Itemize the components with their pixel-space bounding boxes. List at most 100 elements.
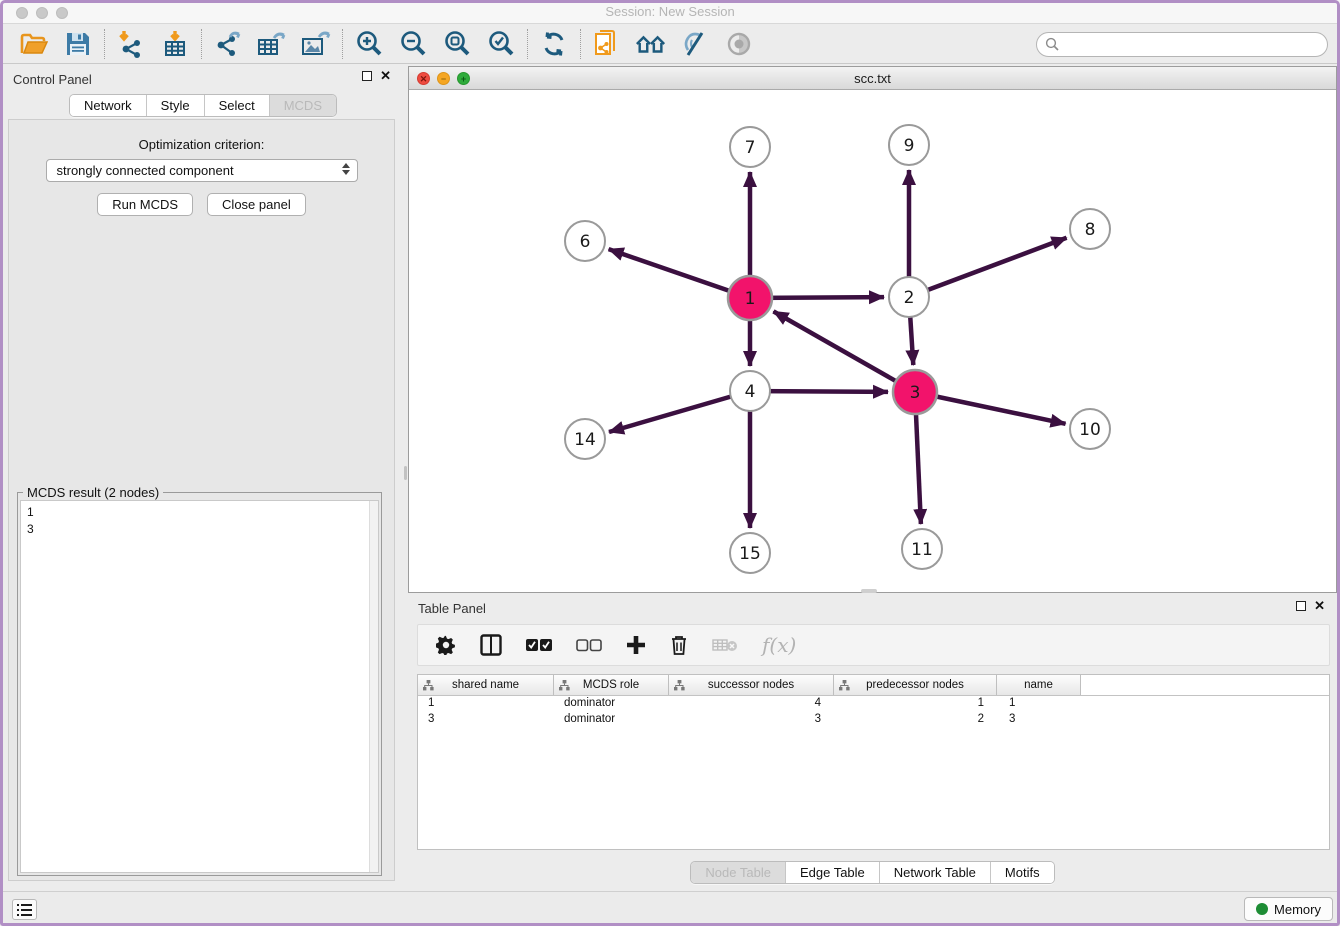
home-icon[interactable] <box>635 28 667 60</box>
graph-edge-3-1[interactable] <box>773 311 915 392</box>
add-column-icon[interactable] <box>626 633 646 657</box>
mcds-result-line: 3 <box>27 521 372 538</box>
search-input[interactable] <box>1036 32 1328 57</box>
column-header-mcds-role[interactable]: MCDS role <box>554 675 669 695</box>
svg-text:6: 6 <box>580 232 591 252</box>
bottom-splitter-handle[interactable] <box>861 589 877 593</box>
graph-node-11[interactable]: 11 <box>902 529 942 569</box>
cell-predecessor-nodes[interactable]: 2 <box>834 712 997 728</box>
column-header-shared-name[interactable]: shared name <box>418 675 554 695</box>
criterion-dropdown[interactable]: strongly connected component <box>46 159 358 182</box>
table-row[interactable]: 1 dominator 4 1 1 <box>418 696 1329 712</box>
zoom-selected-icon[interactable] <box>485 28 517 60</box>
graph-node-14[interactable]: 14 <box>565 419 605 459</box>
graph-node-4[interactable]: 4 <box>730 371 770 411</box>
svg-text:3: 3 <box>910 383 921 403</box>
cell-mcds-role[interactable]: dominator <box>554 712 669 728</box>
cell-name[interactable]: 3 <box>997 712 1081 728</box>
graph-edge-4-14[interactable] <box>609 391 750 432</box>
tab-motifs[interactable]: Motifs <box>991 862 1054 883</box>
duplicate-network-icon[interactable] <box>591 28 623 60</box>
zoom-in-icon[interactable] <box>353 28 385 60</box>
search-icon <box>1045 37 1060 57</box>
close-table-panel-icon[interactable]: ✕ <box>1314 601 1325 611</box>
network-canvas[interactable]: 7 9 6 8 1 2 4 3 14 10 15 11 <box>409 90 1336 592</box>
deselect-all-icon[interactable] <box>576 633 602 657</box>
cell-successor-nodes[interactable]: 4 <box>669 696 834 712</box>
cell-predecessor-nodes[interactable]: 1 <box>834 696 997 712</box>
tab-node-table[interactable]: Node Table <box>691 862 786 883</box>
function-builder-icon: f(x) <box>762 633 796 657</box>
memory-status-icon <box>1256 903 1268 915</box>
float-table-panel-icon[interactable] <box>1296 601 1306 611</box>
column-header-successor-nodes[interactable]: successor nodes <box>669 675 834 695</box>
optimization-criterion-label: Optimization criterion: <box>9 137 394 152</box>
result-scrollbar[interactable] <box>369 501 378 872</box>
tab-edge-table[interactable]: Edge Table <box>786 862 880 883</box>
gear-icon[interactable] <box>436 633 456 657</box>
close-panel-icon[interactable]: ✕ <box>380 71 391 81</box>
save-session-icon[interactable] <box>62 28 94 60</box>
hide-panel-icon[interactable] <box>679 28 711 60</box>
cell-mcds-role[interactable]: dominator <box>554 696 669 712</box>
column-header-name[interactable]: name <box>997 675 1081 695</box>
graph-node-2[interactable]: 2 <box>889 277 929 317</box>
mcds-result-list[interactable]: 1 3 <box>20 500 379 873</box>
table-toolbar: f(x) <box>417 624 1330 666</box>
column-layout-icon[interactable] <box>480 633 502 657</box>
control-panel: Control Panel ✕ Network Style Select MCD… <box>3 64 403 890</box>
float-panel-icon[interactable] <box>362 71 372 81</box>
memory-button[interactable]: Memory <box>1244 897 1333 921</box>
main-toolbar <box>0 25 1340 64</box>
export-network-icon[interactable] <box>212 28 244 60</box>
export-table-icon[interactable] <box>256 28 288 60</box>
zoom-fit-icon[interactable] <box>441 28 473 60</box>
graph-node-15[interactable]: 15 <box>730 533 770 573</box>
import-network-icon[interactable] <box>115 28 147 60</box>
svg-text:7: 7 <box>745 138 756 158</box>
svg-text:2: 2 <box>904 288 915 308</box>
graph-node-1[interactable]: 1 <box>728 276 772 320</box>
splitter-handle-icon[interactable] <box>404 466 407 480</box>
delete-column-icon[interactable] <box>670 633 688 657</box>
cell-name[interactable]: 1 <box>997 696 1081 712</box>
graph-node-7[interactable]: 7 <box>730 127 770 167</box>
open-session-icon[interactable] <box>18 28 50 60</box>
select-all-icon[interactable] <box>526 633 552 657</box>
refresh-icon[interactable] <box>538 28 570 60</box>
table-header-row: shared name MCDS role successor nodes pr… <box>418 675 1329 696</box>
graph-node-6[interactable]: 6 <box>565 221 605 261</box>
close-panel-button[interactable]: Close panel <box>207 193 306 216</box>
graph-node-9[interactable]: 9 <box>889 125 929 165</box>
export-image-icon[interactable] <box>300 28 332 60</box>
table-row[interactable]: 3 dominator 3 2 3 <box>418 712 1329 728</box>
tab-mcds[interactable]: MCDS <box>270 95 336 116</box>
application-window: Session: New Session <box>0 0 1340 926</box>
graph-edge-2-8[interactable] <box>909 238 1067 297</box>
table-panel: Table Panel ✕ <box>408 596 1337 890</box>
column-header-empty <box>1081 675 1329 695</box>
import-table-icon[interactable] <box>159 28 191 60</box>
tab-network[interactable]: Network <box>70 95 147 116</box>
svg-text:11: 11 <box>911 540 933 560</box>
graph-node-3[interactable]: 3 <box>893 370 937 414</box>
eye-icon[interactable] <box>723 28 755 60</box>
svg-text:10: 10 <box>1079 420 1101 440</box>
column-type-icon <box>674 680 685 691</box>
cell-shared-name[interactable]: 1 <box>418 696 554 712</box>
graph-node-10[interactable]: 10 <box>1070 409 1110 449</box>
network-window-titlebar[interactable]: ✕ − + scc.txt <box>409 67 1336 90</box>
svg-text:1: 1 <box>745 289 756 309</box>
cell-shared-name[interactable]: 3 <box>418 712 554 728</box>
task-history-button[interactable] <box>12 899 37 920</box>
tab-style[interactable]: Style <box>147 95 205 116</box>
run-mcds-button[interactable]: Run MCDS <box>97 193 193 216</box>
search-field <box>1036 32 1328 57</box>
cell-successor-nodes[interactable]: 3 <box>669 712 834 728</box>
graph-node-8[interactable]: 8 <box>1070 209 1110 249</box>
tab-network-table[interactable]: Network Table <box>880 862 991 883</box>
zoom-out-icon[interactable] <box>397 28 429 60</box>
column-header-predecessor-nodes[interactable]: predecessor nodes <box>834 675 997 695</box>
title-bar: Session: New Session <box>0 0 1340 24</box>
tab-select[interactable]: Select <box>205 95 270 116</box>
